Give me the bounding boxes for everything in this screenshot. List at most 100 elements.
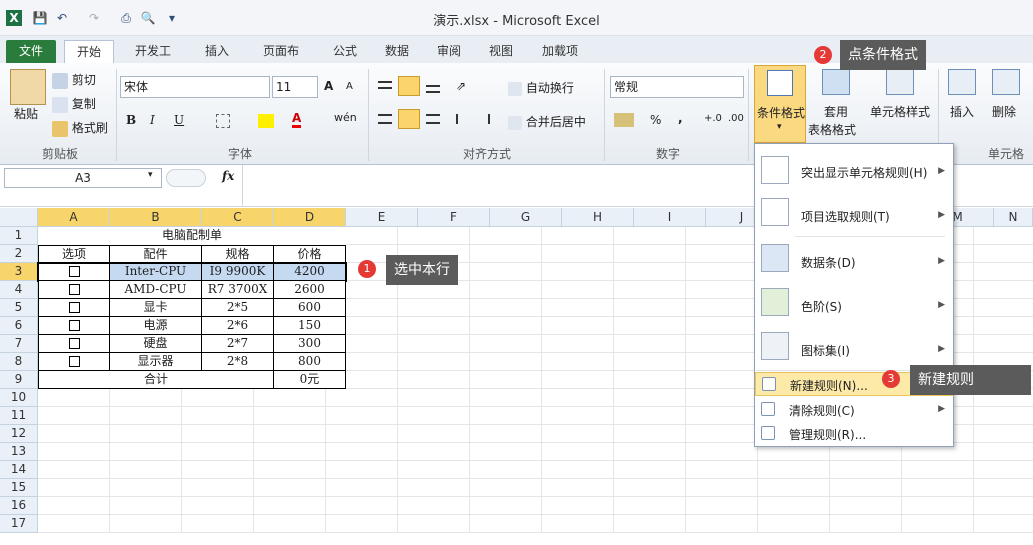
select-all-corner[interactable] xyxy=(0,208,38,227)
align-bottom-icon[interactable] xyxy=(426,85,440,93)
header-cell[interactable]: 规格 xyxy=(202,245,274,263)
chevron-down-icon[interactable]: ▾ xyxy=(148,170,153,180)
row-header[interactable]: 5 xyxy=(0,299,38,317)
column-header[interactable]: I xyxy=(634,208,706,227)
phonetic-button[interactable]: wén xyxy=(334,111,357,124)
row-header[interactable]: 9 xyxy=(0,371,38,389)
row-header[interactable]: 10 xyxy=(0,389,38,407)
checkbox[interactable] xyxy=(68,302,80,313)
row-header[interactable]: 17 xyxy=(0,515,38,533)
price-cell[interactable]: 600 xyxy=(274,299,346,317)
price-cell[interactable]: 300 xyxy=(274,335,346,353)
border-icon[interactable] xyxy=(216,114,230,128)
row-header[interactable]: 13 xyxy=(0,443,38,461)
row-header[interactable]: 4 xyxy=(0,281,38,299)
number-format-dropdown[interactable]: 常规 xyxy=(610,76,744,98)
row-header[interactable]: 1 xyxy=(0,227,38,245)
copy-button[interactable]: 复制 xyxy=(52,95,96,113)
row-header[interactable]: 11 xyxy=(0,407,38,425)
percent-button[interactable]: % xyxy=(650,113,661,127)
paste-icon[interactable] xyxy=(10,69,46,105)
tab-insert[interactable]: 插入 xyxy=(194,40,240,63)
italic-button[interactable]: I xyxy=(150,113,155,127)
increase-indent-icon[interactable] xyxy=(478,114,490,124)
column-header[interactable]: G xyxy=(490,208,562,227)
comma-button[interactable]: , xyxy=(678,111,683,125)
paste-button[interactable]: 粘贴 xyxy=(14,105,38,122)
align-right-icon[interactable] xyxy=(426,114,440,124)
bold-button[interactable]: B xyxy=(126,113,136,127)
checkbox-cell[interactable] xyxy=(38,281,110,299)
fill-color-icon[interactable] xyxy=(258,114,274,128)
row-header[interactable]: 12 xyxy=(0,425,38,443)
delete-cells-icon[interactable] xyxy=(992,69,1020,95)
total-value-cell[interactable]: 0元 xyxy=(274,371,346,389)
format-as-table-icon[interactable] xyxy=(822,69,850,95)
spec-cell[interactable]: R7 3700X xyxy=(202,281,274,299)
insert-function-icon[interactable]: fx xyxy=(222,169,234,183)
tab-home[interactable]: 开始 xyxy=(64,40,114,63)
tab-view[interactable]: 视图 xyxy=(478,40,524,63)
checkbox[interactable] xyxy=(68,338,80,349)
row-header[interactable]: 6 xyxy=(0,317,38,335)
price-cell[interactable]: 150 xyxy=(274,317,346,335)
row-header[interactable]: 2 xyxy=(0,245,38,263)
increase-decimal-button[interactable]: +.0 xyxy=(704,113,722,124)
checkbox-cell[interactable] xyxy=(38,317,110,335)
menu-item-data-bars[interactable]: 数据条(D) ▶ xyxy=(755,240,953,280)
part-cell[interactable]: AMD-CPU xyxy=(110,281,202,299)
price-cell[interactable]: 800 xyxy=(274,353,346,371)
format-as-table-label[interactable]: 套用 xyxy=(824,103,848,120)
grow-font-button[interactable]: A xyxy=(324,79,333,93)
header-cell[interactable]: 配件 xyxy=(110,245,202,263)
menu-item-icon-sets[interactable]: 图标集(I) ▶ xyxy=(755,328,953,368)
row-header[interactable]: 16 xyxy=(0,497,38,515)
orientation-icon[interactable]: ⇗ xyxy=(456,79,466,93)
column-header[interactable]: F xyxy=(418,208,490,227)
column-header[interactable]: N xyxy=(994,208,1033,227)
tab-addins[interactable]: 加载项 xyxy=(530,40,590,63)
header-cell[interactable]: 选项 xyxy=(38,245,110,263)
part-cell[interactable]: 硬盘 xyxy=(110,335,202,353)
shrink-font-button[interactable]: A xyxy=(346,81,353,92)
spec-cell[interactable]: 2*6 xyxy=(202,317,274,335)
menu-item-highlight-rules[interactable]: 突出显示单元格规则(H) ▶ xyxy=(755,150,953,190)
menu-item-clear-rules[interactable]: 清除规则(C) ▶ xyxy=(755,398,953,422)
spec-cell[interactable]: 2*8 xyxy=(202,353,274,371)
menu-item-manage-rules[interactable]: 管理规则(R)... xyxy=(755,422,953,446)
row-header[interactable]: 14 xyxy=(0,461,38,479)
row-header[interactable]: 7 xyxy=(0,335,38,353)
name-box[interactable]: A3 xyxy=(4,168,162,188)
checkbox-cell[interactable] xyxy=(38,335,110,353)
conditional-formatting-button[interactable]: 条件格式 ▾ xyxy=(754,65,806,143)
align-center-icon[interactable] xyxy=(398,109,420,129)
tab-page-layout[interactable]: 页面布局 xyxy=(248,40,314,80)
row-header[interactable]: 8 xyxy=(0,353,38,371)
merge-center-button[interactable]: 合并后居中 xyxy=(508,113,586,130)
column-header[interactable]: D xyxy=(274,208,346,227)
align-middle-icon[interactable] xyxy=(398,76,420,96)
decrease-decimal-button[interactable]: .00 xyxy=(728,113,744,124)
insert-cells-icon[interactable] xyxy=(948,69,976,95)
format-as-table-label-2[interactable]: 表格格式 xyxy=(808,121,856,138)
font-name-dropdown[interactable]: 宋体 xyxy=(120,76,270,98)
column-header[interactable]: C xyxy=(202,208,274,227)
spec-cell[interactable]: 2*5 xyxy=(202,299,274,317)
spec-cell[interactable]: 2*7 xyxy=(202,335,274,353)
checkbox[interactable] xyxy=(68,320,80,331)
menu-item-color-scales[interactable]: 色阶(S) ▶ xyxy=(755,284,953,324)
row-header[interactable]: 3 xyxy=(0,263,38,281)
font-color-icon[interactable]: A xyxy=(292,111,302,128)
column-header[interactable]: E xyxy=(346,208,418,227)
tab-data[interactable]: 数据 xyxy=(374,40,420,63)
tab-formulas[interactable]: 公式 xyxy=(322,40,368,63)
decrease-indent-icon[interactable] xyxy=(456,114,468,124)
column-header[interactable]: B xyxy=(110,208,202,227)
wrap-text-button[interactable]: 自动换行 xyxy=(508,79,574,96)
formula-bar-splitter[interactable] xyxy=(166,169,206,187)
tab-developer[interactable]: 开发工具 xyxy=(120,40,186,80)
total-label-cell[interactable]: 合计 xyxy=(38,371,274,389)
checkbox[interactable] xyxy=(68,284,80,295)
currency-icon[interactable] xyxy=(614,113,634,127)
part-cell[interactable]: 显示器 xyxy=(110,353,202,371)
